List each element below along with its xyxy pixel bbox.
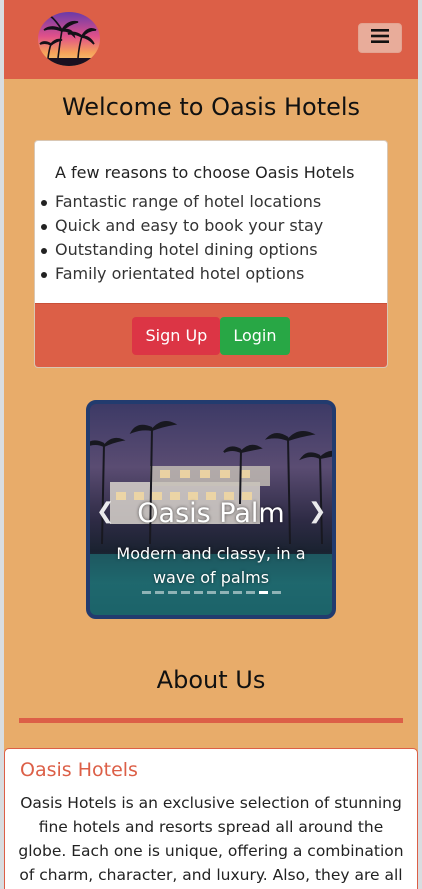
list-item: Family orientated hotel options <box>39 262 323 286</box>
about-heading: About Us <box>156 666 266 694</box>
carousel-indicator[interactable] <box>245 591 255 594</box>
list-item: Outstanding hotel dining options <box>39 238 323 262</box>
carousel-indicator[interactable] <box>232 591 242 594</box>
about-card: Oasis Hotels Oasis Hotels is an exclusiv… <box>4 748 418 889</box>
carousel-indicator[interactable] <box>271 591 281 594</box>
navbar <box>4 0 418 79</box>
carousel-indicators <box>90 591 332 594</box>
list-item: Fantastic range of hotel locations <box>39 190 323 214</box>
carousel-indicator[interactable] <box>193 591 203 594</box>
carousel-indicator[interactable] <box>180 591 190 594</box>
carousel-indicator[interactable] <box>167 591 177 594</box>
carousel-indicator[interactable] <box>141 591 151 594</box>
page-title: Welcome to Oasis Hotels <box>61 93 361 121</box>
palm-tree-logo-icon[interactable] <box>38 12 100 66</box>
carousel-indicator[interactable] <box>219 591 229 594</box>
login-button[interactable]: Login <box>220 316 290 355</box>
reasons-card-footer: Sign Up Login <box>35 303 387 367</box>
slide-caption: Modern and classy, in a wave of palms <box>116 544 306 587</box>
sign-up-button[interactable]: Sign Up <box>132 316 221 355</box>
about-divider <box>19 718 403 723</box>
reasons-card: A few reasons to choose Oasis Hotels Fan… <box>34 140 388 368</box>
hamburger-menu-icon <box>370 28 390 48</box>
carousel-indicator[interactable] <box>206 591 216 594</box>
hotel-carousel[interactable]: ❮ ❯ Oasis Palm Modern and classy, in a w… <box>86 400 336 619</box>
navbar-toggler-button[interactable] <box>358 23 402 53</box>
about-card-text: Oasis Hotels is an exclusive selection o… <box>18 794 404 884</box>
carousel-indicator[interactable] <box>154 591 164 594</box>
about-card-title: Oasis Hotels <box>20 759 138 781</box>
reasons-list: Fantastic range of hotel locations Quick… <box>39 190 323 286</box>
carousel-indicator[interactable] <box>258 591 268 594</box>
list-item: Quick and easy to book your stay <box>39 214 323 238</box>
slide-title: Oasis Palm <box>137 498 285 529</box>
reasons-heading: A few reasons to choose Oasis Hotels <box>55 163 355 182</box>
